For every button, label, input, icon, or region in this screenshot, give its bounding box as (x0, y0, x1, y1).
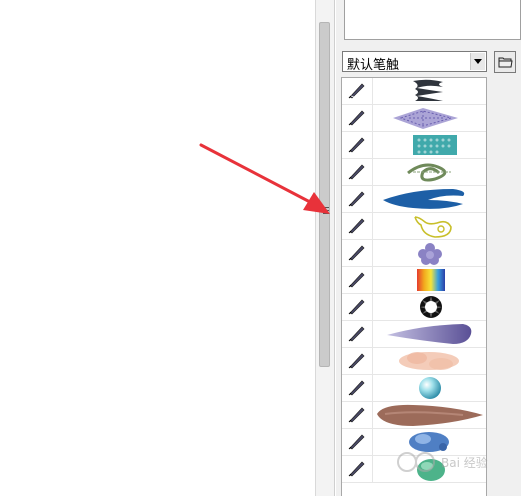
watermark-logo: Bai 经验 (395, 447, 495, 477)
annotation-arrow (199, 143, 330, 214)
